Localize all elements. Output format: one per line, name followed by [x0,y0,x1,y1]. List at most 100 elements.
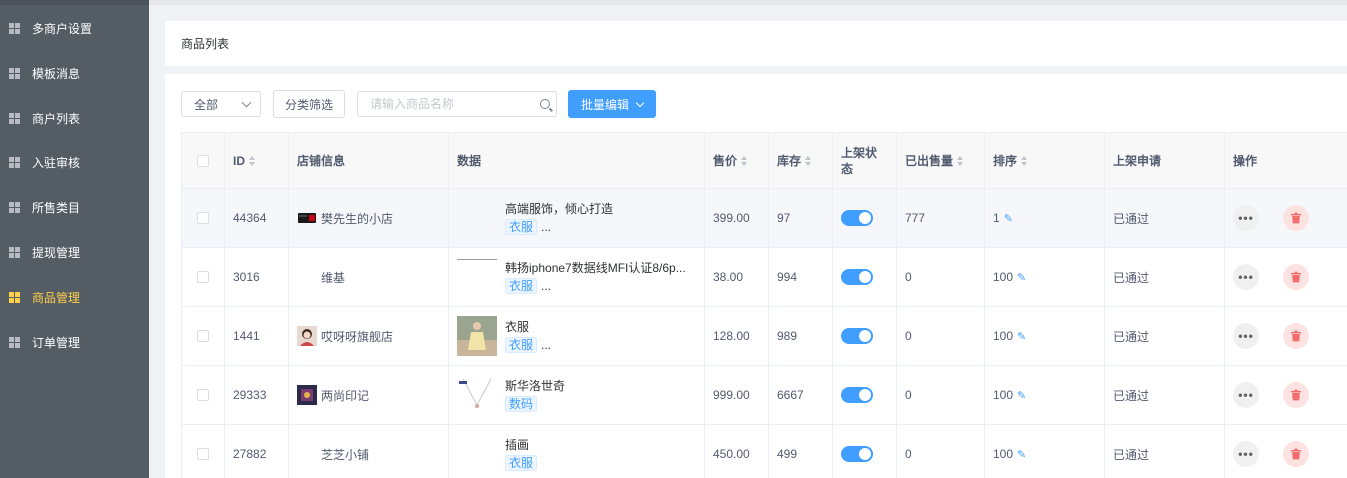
sidebar-top-divider [0,0,149,5]
price-cell: 399.00 [704,188,769,248]
product-name[interactable]: 高端服饰，倾心打造 [505,201,613,217]
on-shelf-toggle[interactable] [841,210,873,226]
product-name[interactable]: 斯华洛世奇 [505,378,565,394]
trash-icon[interactable] [1283,205,1309,231]
grid-icon [9,336,20,348]
column-header-label: 上架申请 [1113,153,1162,168]
product-table: ID 店铺信息 数据 售价 库存 上架状态 已出售量 排序 上架申请 操作 44… [181,132,1347,478]
sort-value: 100 [993,270,1014,284]
ops-cell: ••• [1224,188,1347,248]
more-icon[interactable]: ••• [1233,323,1259,349]
shop-name[interactable]: 维基 [321,269,345,286]
table-row: 27882 芝芝小铺 插画 衣服 450.00 499 0 100 ✎ 已通过 •… [181,424,1347,478]
trash-icon[interactable] [1283,382,1309,408]
pencil-icon[interactable]: ✎ [1017,271,1026,284]
grid-icon [9,246,20,258]
sort-icon[interactable] [805,156,812,167]
shop-cell: 芝芝小铺 [288,424,449,478]
trash-icon[interactable] [1283,323,1309,349]
sidebar: 多商户设置 模板消息 商户列表 入驻审核 所售类目 提现管理 商品管理 订单管理 [0,0,149,478]
more-icon[interactable]: ••• [1233,382,1259,408]
column-header-label: 数据 [457,153,482,168]
shop-name[interactable]: 哎呀呀旗舰店 [321,328,393,345]
column-header-label: ID [233,153,245,168]
sidebar-item-merchant-settings[interactable]: 多商户设置 [0,6,149,50]
shop-name[interactable]: 芝芝小铺 [321,446,369,463]
column-header-label: 排序 [993,153,1018,168]
sort-icon[interactable] [957,156,964,167]
pencil-icon[interactable]: ✎ [1017,330,1026,343]
column-header-id[interactable]: ID [224,132,289,189]
category-tag: 衣服 [505,219,538,235]
toolbar: 全部 分类筛选 批量编辑 [181,90,657,118]
pencil-icon[interactable]: ✎ [1004,212,1013,225]
sold-cell: 0 [896,306,985,366]
row-checkbox[interactable] [197,330,209,342]
column-header-label: 库存 [777,153,802,168]
apply-cell: 已通过 [1104,247,1225,307]
on-shelf-toggle[interactable] [841,269,873,285]
pencil-icon[interactable]: ✎ [1017,448,1026,461]
more-icon[interactable]: ••• [1233,205,1259,231]
sort-icon[interactable] [249,156,256,167]
category-tag: 数码 [505,396,538,412]
shop-name[interactable]: 樊先生的小店 [321,210,393,227]
sort-cell: 100 ✎ [984,365,1105,425]
sidebar-item-label: 商品管理 [32,290,81,305]
sort-cell: 100 ✎ [984,306,1105,366]
search-input[interactable] [370,97,541,111]
more-icon[interactable]: ••• [1233,441,1259,467]
grid-icon [9,201,20,213]
column-header-stock[interactable]: 库存 [768,132,833,189]
sort-icon[interactable] [1021,156,1028,167]
price-cell: 999.00 [704,365,769,425]
product-cell: 高端服饰，倾心打造 衣服... [448,188,705,248]
price-cell: 450.00 [704,424,769,478]
sort-icon[interactable] [741,156,748,167]
ops-cell: ••• [1224,247,1347,307]
sidebar-item-entry-review[interactable]: 入驻审核 [0,140,149,184]
sort-value: 100 [993,329,1014,343]
column-header-sort[interactable]: 排序 [984,132,1105,189]
sidebar-item-template-messages[interactable]: 模板消息 [0,51,149,95]
ops-cell: ••• [1224,365,1347,425]
on-shelf-toggle[interactable] [841,387,873,403]
shop-name[interactable]: 两尚印记 [321,387,369,404]
category-filter-button[interactable]: 分类筛选 [273,90,346,118]
search-icon[interactable] [540,99,551,109]
apply-cell: 已通过 [1104,424,1225,478]
trash-icon[interactable] [1283,264,1309,290]
product-name[interactable]: 韩扬iphone7数据线MFI认证8/6p... [505,260,686,276]
batch-edit-button[interactable]: 批量编辑 [568,90,657,118]
row-checkbox[interactable] [197,389,209,401]
category-filter-label: 分类筛选 [285,97,334,112]
sold-cell: 0 [896,247,985,307]
sidebar-item-withdrawals[interactable]: 提现管理 [0,230,149,274]
more-tags-ellipsis: ... [541,279,552,293]
stock-cell: 6667 [768,365,833,425]
product-name[interactable]: 衣服 [505,319,551,335]
row-checkbox[interactable] [197,212,209,224]
sidebar-item-merchant-list[interactable]: 商户列表 [0,96,149,140]
row-checkbox[interactable] [197,448,209,460]
pencil-icon[interactable]: ✎ [1017,389,1026,402]
select-all-checkbox[interactable] [197,154,209,167]
sidebar-item-categories[interactable]: 所售类目 [0,185,149,229]
on-shelf-toggle[interactable] [841,328,873,344]
sidebar-item-order-management[interactable]: 订单管理 [0,320,149,364]
trash-icon[interactable] [1283,441,1309,467]
on-shelf-toggle[interactable] [841,446,873,462]
status-filter-select[interactable]: 全部 [181,91,261,117]
sold-cell: 0 [896,424,985,478]
price-cell: 128.00 [704,306,769,366]
apply-cell: 已通过 [1104,188,1225,248]
more-icon[interactable]: ••• [1233,264,1259,290]
row-select-cell [181,188,225,248]
sidebar-item-product-management[interactable]: 商品管理 [0,275,149,319]
id-cell: 1441 [224,306,289,366]
column-header-label: 店铺信息 [297,153,346,168]
product-name[interactable]: 插画 [505,437,541,453]
column-header-sold[interactable]: 已出售量 [896,132,985,189]
row-checkbox[interactable] [197,271,209,283]
column-header-price[interactable]: 售价 [704,132,769,189]
